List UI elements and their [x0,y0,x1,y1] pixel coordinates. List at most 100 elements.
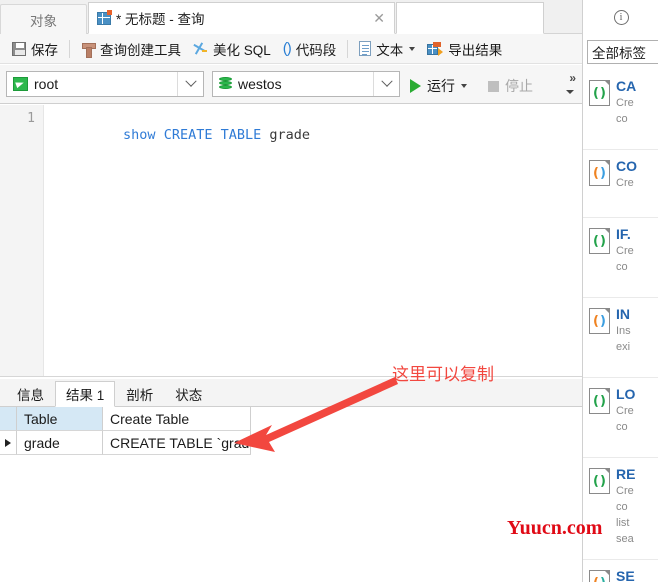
sql-editor[interactable]: 1 show CREATE TABLE grade [0,105,582,377]
toolbar-overflow-caret-icon[interactable] [566,90,574,94]
table-header-row: Table Create Table [0,407,582,431]
snippet-desc-line1: Ins [616,325,631,337]
window-tabstrip: 对象 * 无标题 - 查询 ✕ [0,0,582,34]
column-header-table[interactable]: Table [17,407,103,431]
snippet-file-icon: () [589,388,610,414]
row-indicator[interactable] [0,431,17,455]
snippet-file-icon: () [589,308,610,334]
beautify-sql-label: 美化 SQL [213,42,271,58]
code-snippet-label: 代码段 [295,42,337,58]
tab-objects-label: 对象 [30,13,57,29]
snippet-desc-line2: co [616,261,628,273]
list-item[interactable]: () IN Ins exi [583,298,658,378]
connection-dropdown-arrow[interactable] [177,72,203,96]
cell-create-table-ddl[interactable]: CREATE TABLE `grad [103,431,251,455]
snippet-desc-line1: Cre [616,97,634,109]
list-item[interactable]: () LO Cre co [583,378,658,458]
snippet-desc-line2: co [616,421,628,433]
application-window: 对象 * 无标题 - 查询 ✕ 保存 查询创建工具 美化 SQL () 代码段 … [0,0,658,582]
snippet-file-icon: () [589,160,610,186]
stop-button: 停止 [488,76,533,96]
snippet-list[interactable]: () CA Cre co () CO Cre () IF. Cre co (… [583,70,658,582]
snippets-panel-header: i [583,0,658,34]
result-grid[interactable]: Table Create Table grade CREATE TABLE `g… [0,407,582,582]
sql-token-identifier: grade [269,127,311,143]
snippet-title: RE [616,466,636,482]
list-item[interactable]: () IF. Cre co [583,218,658,298]
query-builder-icon [81,42,96,58]
tab-query-label: * 无标题 - 查询 [116,12,205,27]
header-row-selector[interactable] [0,407,17,431]
snippets-panel: i 全部标签 () CA Cre co () CO Cre () IF. Cr… [582,0,658,582]
beautify-sql-button[interactable]: 美化 SQL [187,37,277,61]
editor-gutter: 1 [0,105,44,376]
tab-profile-label: 剖析 [126,387,154,403]
close-icon[interactable]: ✕ [373,11,385,25]
snippet-file-icon: () [589,468,610,494]
snippet-file-icon: () [589,80,610,106]
query-builder-label: 查询创建工具 [100,42,181,58]
snippet-title: CO [616,158,637,174]
save-icon [12,41,26,56]
snippet-title: SE [616,568,635,582]
snippet-desc-line1: Cre [616,485,634,497]
tab-info[interactable]: 信息 [6,380,55,406]
query-builder-button[interactable]: 查询创建工具 [75,37,187,61]
sparkle-icon [193,41,208,56]
database-value: westos [238,76,282,92]
tab-info-label: 信息 [17,387,44,403]
overflow-chevrons-icon[interactable]: » [569,71,576,85]
snippet-desc-line2: exi [616,341,631,353]
database-icon [219,76,232,92]
run-button[interactable]: 运行 [410,76,467,96]
export-result-label: 导出结果 [448,42,503,58]
sql-token-show: show [123,127,156,143]
snippet-desc-line3: list [616,517,630,529]
database-dropdown-arrow[interactable] [373,72,399,96]
tab-status[interactable]: 状态 [164,380,213,406]
sql-token-table: TABLE [220,127,262,143]
connection-value: root [34,76,59,92]
run-chevron-down-icon[interactable] [461,84,467,88]
export-icon [427,41,444,56]
snippet-desc-line1: Cre [616,245,634,257]
tab-status-label: 状态 [175,387,203,403]
table-row[interactable]: grade CREATE TABLE `grad [0,431,582,455]
snippet-file-icon: () [589,570,610,582]
cell-table-name[interactable]: grade [17,431,103,455]
snippet-filter-select[interactable]: 全部标签 [587,40,658,64]
text-button[interactable]: 文本 [353,37,421,61]
tab-empty-area [396,2,544,34]
list-item[interactable]: () CO Cre [583,150,658,218]
toolbar-primary: 保存 查询创建工具 美化 SQL () 代码段 文本 导出结果 [0,34,582,64]
list-item[interactable]: () SE [583,560,658,582]
line-number: 1 [27,111,35,126]
tab-result-1[interactable]: 结果 1 [55,381,116,407]
list-item[interactable]: () CA Cre co [583,70,658,150]
snippet-file-icon: () [589,228,610,254]
save-label: 保存 [31,42,58,58]
snippet-filter-label: 全部标签 [592,46,646,61]
export-result-button[interactable]: 导出结果 [421,37,508,61]
play-icon [410,79,421,93]
snippet-desc-line2: co [616,501,628,513]
current-row-arrow-icon [5,438,11,447]
toolbar-separator-2 [347,39,349,58]
database-select[interactable]: westos [212,71,400,97]
snippet-desc-line4: sea [616,533,634,545]
list-item[interactable]: () RE Cre co list sea exp [583,458,658,560]
tab-objects[interactable]: 对象 [0,4,87,34]
tab-profile[interactable]: 剖析 [115,380,164,406]
column-header-create-table[interactable]: Create Table [103,407,251,431]
code-snippet-button[interactable]: () 代码段 [277,37,343,61]
document-icon [359,41,372,56]
tab-query[interactable]: * 无标题 - 查询 ✕ [88,2,395,34]
save-button[interactable]: 保存 [6,37,64,61]
connection-bar: root westos 运行 停止 » [0,65,582,104]
chevron-down-icon[interactable] [409,46,416,51]
snippet-title: IN [616,306,630,322]
parentheses-icon: () [282,39,292,57]
snippet-desc-line2: co [616,113,628,125]
connection-select[interactable]: root [6,71,204,97]
info-icon[interactable]: i [613,9,629,25]
